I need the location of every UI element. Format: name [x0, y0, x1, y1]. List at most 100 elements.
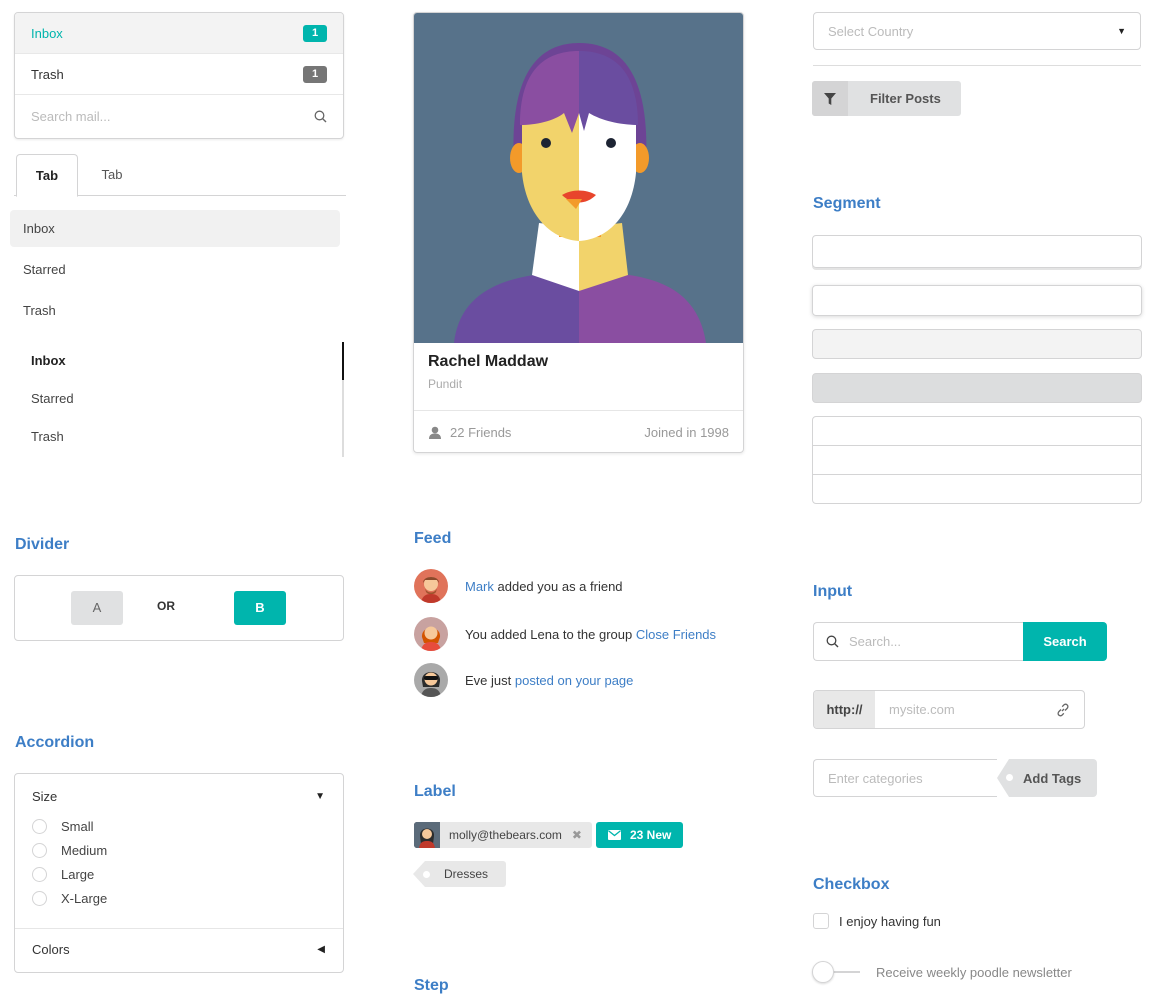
avatar[interactable] — [414, 617, 448, 651]
new-mail-label[interactable]: 23 New — [596, 822, 684, 848]
tab-bar: Tab Tab — [14, 154, 346, 197]
add-tags-button[interactable]: Add Tags — [997, 759, 1097, 797]
card-extra: 22 Friends Joined in 1998 — [414, 410, 743, 452]
radio-button[interactable] — [32, 867, 47, 882]
tag-label-text: Dresses — [444, 867, 489, 881]
checkbox-label: I enjoy having fun — [839, 913, 941, 929]
tag-label[interactable]: Dresses — [413, 861, 507, 887]
radio-button[interactable] — [32, 891, 47, 906]
stacked-segment — [812, 285, 1142, 316]
feed-summary: added you as a friend — [493, 578, 623, 594]
email-label-text: molly@thebears.com — [449, 828, 562, 842]
toggle-knob[interactable] — [812, 961, 834, 983]
checkbox-box[interactable] — [813, 913, 829, 929]
pointing-menu: Inbox Starred Trash — [14, 342, 344, 457]
fun-checkbox[interactable]: I enjoy having fun — [813, 913, 941, 929]
feed-user-link[interactable]: Mark — [465, 579, 494, 594]
radio-option[interactable]: X-Large — [32, 891, 107, 906]
filter-posts-button[interactable]: Filter Posts — [812, 81, 961, 116]
dropdown-caret-icon: ▼ — [1117, 26, 1126, 36]
menu-item-trash[interactable]: Trash 1 — [15, 54, 343, 95]
menu-item-inbox[interactable]: Inbox 1 — [15, 13, 343, 54]
vertical-item-inbox[interactable]: Inbox — [10, 210, 340, 247]
tab-2[interactable]: Tab — [84, 154, 140, 196]
feed-summary: You added Lena to the group — [465, 626, 636, 642]
feed-summary: Eve just — [465, 672, 515, 688]
accordion-divider — [15, 928, 343, 929]
filter-posts-label: Filter Posts — [870, 91, 941, 106]
url-prefix-label: http:// — [814, 691, 875, 728]
raised-segment — [812, 235, 1142, 268]
button-a[interactable]: A — [71, 591, 123, 625]
mail-menu: Inbox 1 Trash 1 Search mail... — [14, 12, 344, 139]
button-b[interactable]: B — [234, 591, 286, 625]
active-indicator — [342, 342, 344, 380]
search-mail-input[interactable]: Search mail... — [15, 95, 343, 138]
feed-group-link[interactable]: Close Friends — [636, 627, 716, 642]
filter-icon — [812, 81, 848, 116]
woman-portrait-icon — [454, 43, 706, 343]
vertical-item-starred[interactable]: Starred — [10, 251, 340, 292]
inbox-count-badge: 1 — [303, 24, 327, 42]
vertical-item-trash[interactable]: Trash — [10, 292, 340, 333]
caret-down-icon[interactable]: ▼ — [315, 791, 325, 802]
pointing-item-inbox[interactable]: Inbox — [14, 342, 342, 380]
card-header-name: Rachel Maddaw — [428, 353, 549, 370]
avatar[interactable] — [414, 663, 448, 697]
feed-heading: Feed — [414, 530, 452, 547]
url-input[interactable]: mysite.com — [875, 691, 1084, 728]
categories-input[interactable]: Enter categories — [813, 759, 997, 797]
search-button[interactable]: Search — [1023, 622, 1107, 661]
input-heading: Input — [813, 583, 853, 600]
radio-button[interactable] — [32, 819, 47, 834]
accordion-title-colors[interactable]: Colors — [32, 942, 70, 957]
segment-group — [812, 416, 1142, 504]
pointing-item-trash[interactable]: Trash — [14, 418, 342, 456]
search-input[interactable]: Search... — [813, 622, 1023, 661]
new-count-label: 23 New — [630, 828, 672, 842]
or-divider-label: OR — [157, 599, 175, 613]
checkbox-heading: Checkbox — [813, 876, 890, 893]
caret-left-icon[interactable]: ◀ — [317, 944, 325, 955]
search-input-group: Search... Search — [813, 622, 1107, 661]
secondary-segment — [812, 329, 1142, 359]
tab-1[interactable]: Tab — [16, 154, 78, 197]
segment-heading: Segment — [813, 195, 881, 212]
profile-card[interactable]: Rachel Maddaw Pundit 22 Friends Joined i… — [413, 12, 744, 453]
add-tags-label: Add Tags — [1023, 770, 1082, 786]
horizontal-divider — [813, 65, 1141, 66]
accordion-title-size[interactable]: Size — [32, 789, 57, 804]
radio-option[interactable]: Small — [32, 819, 94, 834]
avatar — [414, 822, 440, 848]
menu-item-label: Inbox — [31, 25, 63, 41]
radio-button[interactable] — [32, 843, 47, 858]
pointing-item-starred[interactable]: Starred — [14, 380, 342, 418]
tertiary-segment — [812, 373, 1142, 403]
menu-item-label: Trash — [31, 66, 64, 82]
feed-post-link[interactable]: posted on your page — [515, 673, 634, 688]
radio-label: Small — [61, 819, 94, 834]
feed-event: Mark added you as a friend — [414, 569, 623, 603]
tag-hole — [1006, 774, 1013, 781]
toggle-track[interactable] — [812, 961, 862, 983]
friends-count[interactable]: 22 Friends — [428, 425, 511, 440]
accordion-heading: Accordion — [15, 734, 95, 751]
categories-placeholder: Enter categories — [828, 770, 923, 786]
avatar[interactable] — [414, 569, 448, 603]
segment-item — [813, 446, 1141, 475]
joined-label: Joined in 1998 — [644, 425, 729, 440]
radio-option[interactable]: Large — [32, 867, 94, 882]
segment-item — [813, 475, 1141, 504]
vertical-menu: Inbox Starred Trash — [10, 210, 340, 333]
label-heading: Label — [414, 783, 456, 800]
newsletter-toggle[interactable]: Receive weekly poodle newsletter — [812, 961, 1072, 983]
mail-icon — [608, 830, 621, 840]
radio-option[interactable]: Medium — [32, 843, 107, 858]
email-label[interactable]: molly@thebears.com ✖ — [414, 822, 592, 848]
divider-heading: Divider — [15, 536, 70, 553]
search-icon — [314, 110, 327, 123]
feed-event: Eve just posted on your page — [414, 663, 633, 697]
close-icon[interactable]: ✖ — [572, 828, 582, 842]
toggle-label: Receive weekly poodle newsletter — [876, 964, 1072, 980]
country-dropdown[interactable]: Select Country ▼ — [813, 12, 1141, 50]
